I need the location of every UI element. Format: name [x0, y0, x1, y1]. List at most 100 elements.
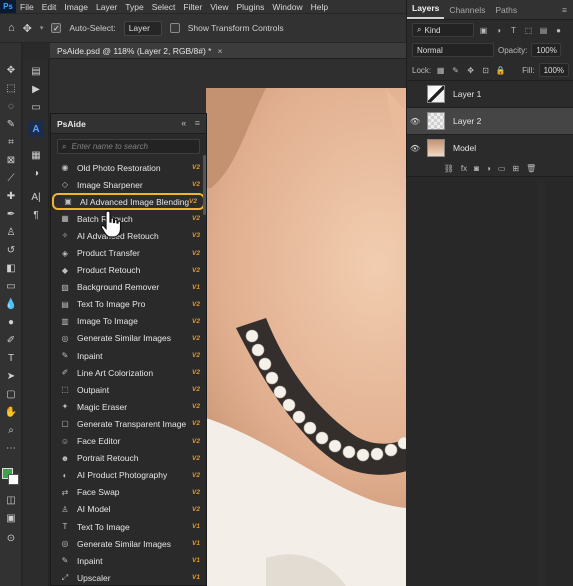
adjustments-icon[interactable]: ◑ [28, 165, 44, 181]
layer-name[interactable]: Layer 1 [453, 89, 481, 99]
lock-transparent-icon[interactable]: ▦ [435, 65, 446, 76]
feature-item[interactable]: ◆ Product Retouch V2 [51, 262, 206, 279]
menu-file[interactable]: File [16, 2, 38, 12]
menu-layer[interactable]: Layer [92, 2, 121, 12]
auto-select-target[interactable]: Layer [123, 20, 162, 36]
document-tab[interactable]: PsAide.psd @ 118% (Layer 2, RGB/8#) * × [50, 43, 406, 59]
comments-panel-icon[interactable]: ▭ [28, 99, 44, 115]
history-brush-icon[interactable]: ↺ [3, 243, 19, 257]
collapse-icon[interactable]: « [181, 118, 186, 128]
feature-item[interactable]: ◈ Product Transfer V2 [51, 244, 206, 261]
zoom-icon[interactable]: ⌕ [3, 423, 19, 437]
feature-item[interactable]: ▤ Text To Image Pro V2 [51, 296, 206, 313]
fill-input[interactable]: 100% [538, 63, 569, 77]
lock-all-icon[interactable]: 🔒 [495, 65, 506, 76]
feature-item[interactable]: ▣ AI Advanced Image Blending V2 [52, 193, 205, 211]
lock-position-icon[interactable]: ✥ [465, 65, 476, 76]
lasso-icon[interactable]: ◌ [3, 99, 19, 113]
menu-window[interactable]: Window [268, 2, 306, 12]
tab-channels[interactable]: Channels [444, 5, 490, 19]
feature-item[interactable]: ▦ Batch Retouch V2 [51, 210, 206, 227]
feature-item[interactable]: ☺ Face Editor V2 [51, 433, 206, 450]
group-icon[interactable]: ▭ [498, 164, 506, 173]
menu-type[interactable]: Type [121, 2, 147, 12]
layer-row-model[interactable]: 👁 Model [407, 134, 573, 161]
feature-item[interactable]: ▨ Background Remover V1 [51, 279, 206, 296]
frame-icon[interactable]: ⊠ [3, 153, 19, 167]
feature-item[interactable]: ☻ Portrait Retouch V2 [51, 450, 206, 467]
history-panel-icon[interactable]: ▤ [28, 63, 44, 79]
character-panel-icon[interactable]: A| [28, 189, 44, 205]
type-tool-icon[interactable]: T [3, 351, 19, 365]
feature-item[interactable]: ⬚ Outpaint V2 [51, 381, 206, 398]
marquee-icon[interactable]: ⬚ [3, 81, 19, 95]
blend-mode-select[interactable]: Normal [412, 43, 494, 57]
feature-item[interactable]: ✎ Inpaint V2 [51, 347, 206, 364]
feature-item[interactable]: ◐ AI Product Photography V2 [51, 467, 206, 484]
mask-icon[interactable]: ◙ [474, 164, 479, 173]
eraser-tool-icon[interactable]: ◧ [3, 261, 19, 275]
stamp-icon[interactable]: ♙ [3, 225, 19, 239]
eye-icon[interactable]: 👁 [407, 117, 423, 126]
show-transform-checkbox[interactable] [169, 23, 180, 33]
filter-shape-icon[interactable]: ⬚ [523, 25, 534, 36]
link-icon[interactable]: ⛓ [444, 164, 454, 173]
layers-menu-icon[interactable]: ≡ [562, 5, 573, 19]
blur-icon[interactable]: 💧 [3, 297, 19, 311]
filter-smart-icon[interactable]: ▤ [538, 25, 549, 36]
feature-item[interactable]: ✎ Inpaint V1 [51, 552, 206, 569]
adjustment-layer-icon[interactable]: ◑ [486, 164, 491, 173]
move-tool-icon[interactable]: ✥ [23, 22, 32, 35]
paragraph-panel-icon[interactable]: ¶ [28, 207, 44, 223]
layer-row-layer-2[interactable]: 👁 Layer 2 [407, 107, 573, 134]
path-select-icon[interactable]: ➤ [3, 369, 19, 383]
hand-tool-icon[interactable]: ✋ [3, 405, 19, 419]
menu-plugins[interactable]: Plugins [232, 2, 268, 12]
delete-icon[interactable]: 🗑 [526, 164, 536, 173]
menu-image[interactable]: Image [60, 2, 92, 12]
menu-filter[interactable]: Filter [179, 2, 206, 12]
layer-name[interactable]: Model [453, 143, 476, 153]
psaide-plugin-icon[interactable]: A [28, 121, 44, 137]
feature-item[interactable]: ✦ Magic Eraser V2 [51, 398, 206, 415]
tab-paths[interactable]: Paths [490, 5, 522, 19]
background-color[interactable] [8, 474, 19, 485]
screen-mode-icon[interactable]: ▣ [3, 511, 19, 525]
feature-item[interactable]: ▥ Image To Image V2 [51, 313, 206, 330]
libraries-icon[interactable]: ▦ [28, 147, 44, 163]
actions-panel-icon[interactable]: ▶ [28, 81, 44, 97]
home-icon[interactable]: ⌂ [8, 22, 15, 34]
pen-icon[interactable]: ✐ [3, 333, 19, 347]
feature-item[interactable]: ▢ Generate Transparent Image V2 [51, 415, 206, 432]
filter-adjust-icon[interactable]: ◑ [493, 25, 504, 36]
panel-scrollbar[interactable] [203, 155, 206, 215]
feature-item[interactable]: ◎ Generate Similar Images V1 [51, 535, 206, 552]
brush-icon[interactable]: ✒ [3, 207, 19, 221]
panel-menu-icon[interactable]: ≡ [195, 118, 200, 128]
quick-select-icon[interactable]: ✎ [3, 117, 19, 131]
new-layer-icon[interactable]: ⊞ [512, 164, 519, 173]
menu-select[interactable]: Select [148, 2, 180, 12]
layer-name[interactable]: Layer 2 [453, 116, 481, 126]
quick-mask-icon[interactable]: ◫ [3, 493, 19, 507]
extra-icon[interactable]: ⊙ [3, 531, 19, 545]
rectangle-icon[interactable]: ▢ [3, 387, 19, 401]
healing-icon[interactable]: ✚ [3, 189, 19, 203]
filter-type-icon[interactable]: T [508, 25, 519, 36]
canvas-scrollbar[interactable] [537, 177, 545, 586]
feature-item[interactable]: ⇄ Face Swap V2 [51, 484, 206, 501]
layer-row-layer-1[interactable]: Layer 1 [407, 80, 573, 107]
feature-item[interactable]: ◎ Generate Similar Images V2 [51, 330, 206, 347]
eye-icon[interactable]: 👁 [407, 144, 423, 153]
feature-item[interactable]: ✧ AI Advanced Retouch V3 [51, 227, 206, 244]
filter-toggle-icon[interactable]: ● [553, 25, 564, 36]
menu-view[interactable]: View [206, 2, 232, 12]
close-tab-icon[interactable]: × [217, 46, 222, 56]
feature-item[interactable]: ♙ AI Model V2 [51, 501, 206, 518]
eyedropper-icon[interactable]: ⟋ [3, 171, 19, 185]
more-tools-icon[interactable]: ⋯ [3, 441, 19, 455]
dropdown-icon[interactable]: ▾ [40, 24, 44, 32]
opacity-input[interactable]: 100% [531, 43, 562, 57]
move-icon[interactable]: ✥ [3, 63, 19, 77]
photoshop-logo[interactable]: Ps [0, 0, 16, 13]
